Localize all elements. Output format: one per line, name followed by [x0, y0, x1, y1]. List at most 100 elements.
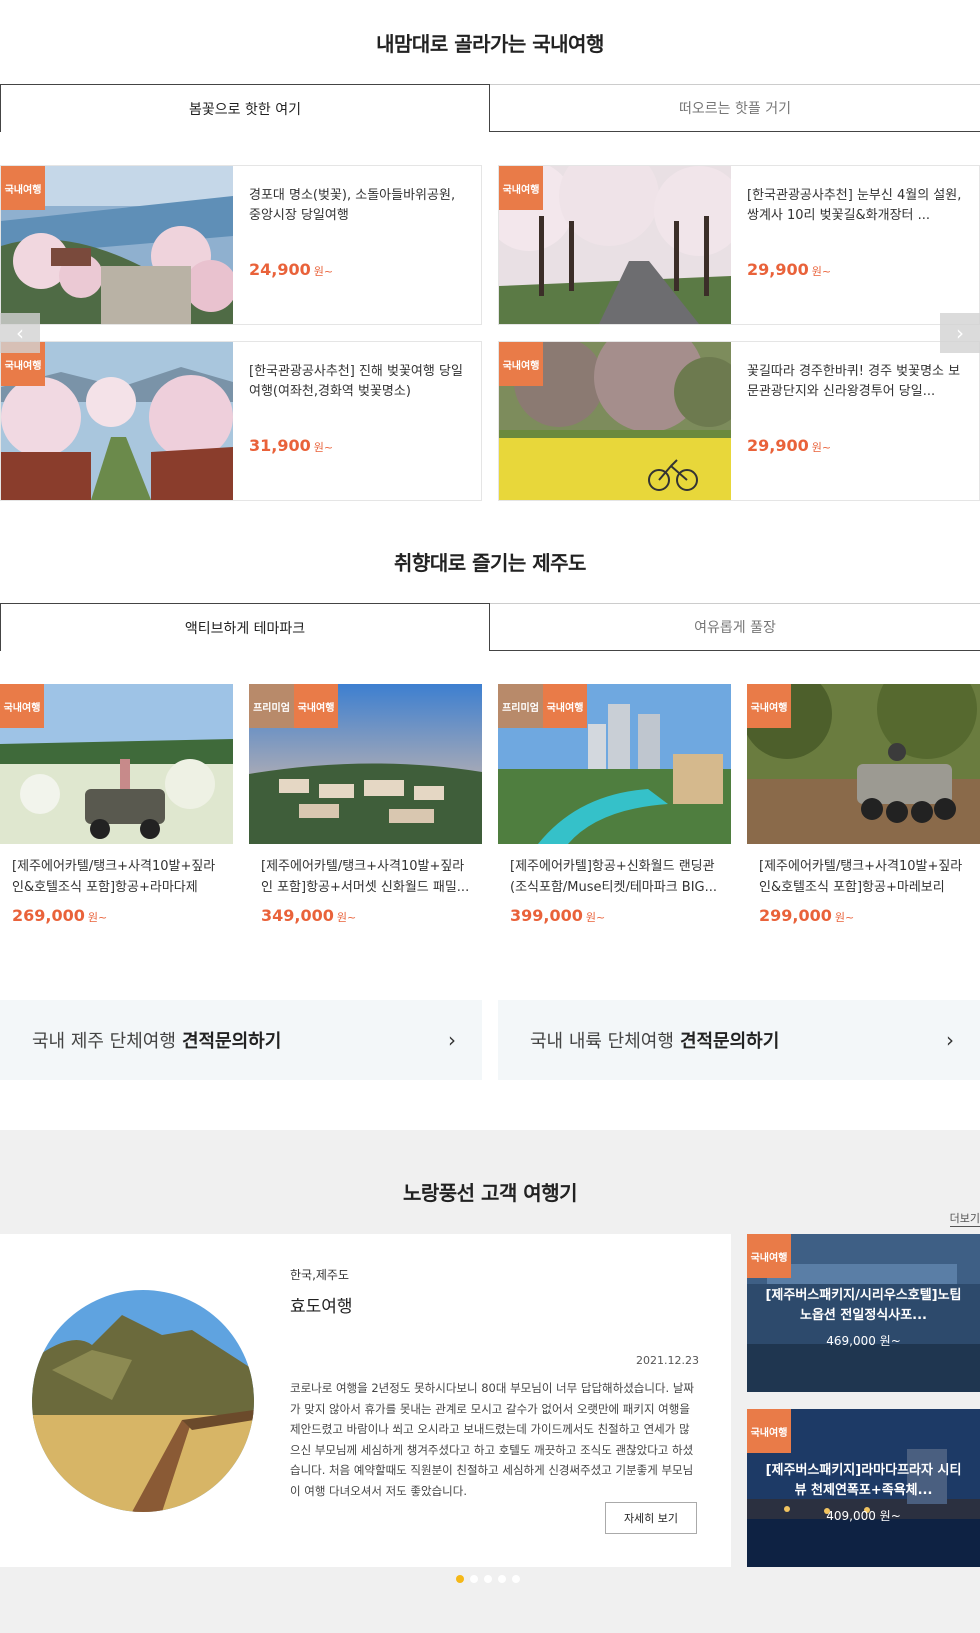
- badge-domestic: 국내여행: [0, 684, 44, 728]
- product-title[interactable]: [제주에어카텔/탱크+사격10발+짚라인&호텔조식 포함]항공+라마다제주...: [0, 856, 233, 898]
- tab-theme-park[interactable]: 액티브하게 테마파크: [0, 603, 490, 651]
- badge-domestic: 국내여행: [747, 1409, 791, 1453]
- product-title[interactable]: [제주에어카텔]항공+신화월드 랜딩관(조식포함/Muse티켓/테마파크 BIG…: [498, 856, 731, 898]
- tabs-domestic: 봄꽃으로 핫한 여기 떠오르는 핫플 거기: [0, 84, 980, 132]
- product-price: 269,000 원~: [0, 906, 233, 925]
- product-card[interactable]: 국내여행 [한국관광공사추천] 진해 벚꽃여행 당일여행(여좌천,경화역 벚꽃명…: [0, 341, 482, 501]
- pagination-dot[interactable]: [456, 1575, 464, 1583]
- review-location: 한국,제주도: [290, 1268, 350, 1282]
- product-title[interactable]: [제주에어카텔/탱크+사격10발+짚라인 포함]항공+서머셋 신화월드 패밀..…: [249, 856, 482, 898]
- review-side-card[interactable]: 국내여행 [제주버스패키지/시리우스호텔]노팁노옵션 전일정식사포... 469…: [747, 1234, 980, 1392]
- review-date: 2021.12.23: [636, 1354, 699, 1367]
- product-price: 29,900 원~: [747, 436, 831, 455]
- side-card-title: [제주버스패키지/시리우스호텔]노팁노옵션 전일정식사포...: [765, 1288, 962, 1323]
- badge-premium: 프리미엄: [498, 684, 543, 728]
- price-value: 24,900: [249, 260, 311, 279]
- price-unit: 원~: [336, 911, 357, 924]
- tabs-jeju: 액티브하게 테마파크 여유롭게 풀장: [0, 603, 980, 651]
- review-card: 한국,제주도 효도여행 2021.12.23 코로나로 여행을 2년정도 못하시…: [0, 1234, 731, 1567]
- price-value: 29,900: [747, 260, 809, 279]
- badge-domestic: 국내여행: [1, 166, 45, 210]
- pagination-dot[interactable]: [484, 1575, 492, 1583]
- product-card[interactable]: 국내여행 경포대 명소(벚꽃), 소돌아들바위공원, 중앙시장 당일여행 24,…: [0, 165, 482, 325]
- chevron-right-icon: ›: [956, 321, 964, 345]
- product-image: 국내여행: [499, 342, 731, 500]
- section-title-reviews: 노랑풍선 고객 여행기: [402, 1181, 578, 1205]
- inquiry-label: 국내 내륙 단체여행: [530, 1031, 674, 1052]
- side-card-title: [제주버스패키지]라마다프라자 시티뷰 천제연폭포+족욕체...: [765, 1463, 962, 1498]
- tab-hot-places[interactable]: 떠오르는 핫플 거기: [490, 84, 980, 132]
- review-image: [32, 1290, 254, 1512]
- badge-domestic: 국내여행: [543, 684, 587, 728]
- product-image: 프리미엄 국내여행: [249, 684, 482, 844]
- inquiry-cta: 견적문의하기: [181, 1031, 282, 1052]
- product-title[interactable]: [한국관광공사추천] 눈부신 4월의 설원, 쌍계사 10리 벚꽃길&화개장터 …: [747, 186, 967, 226]
- price-value: 399,000: [510, 906, 583, 925]
- price-unit: 원~: [811, 265, 832, 278]
- badge-domestic: 국내여행: [499, 166, 543, 210]
- chevron-right-icon: ›: [448, 1028, 456, 1052]
- product-card[interactable]: 국내여행 [제주에어카텔/탱크+사격10발+짚라인&호텔조식 포함]항공+라마다…: [0, 684, 233, 925]
- product-image: 국내여행: [499, 166, 731, 324]
- product-info: [한국관광공사추천] 진해 벚꽃여행 당일여행(여좌천,경화역 벚꽃명소): [249, 362, 469, 402]
- badge-domestic: 국내여행: [499, 342, 543, 386]
- review-side-card[interactable]: 국내여행 [제주버스패키지]라마다프라자 시티뷰 천제연폭포+족욕체... 40…: [747, 1409, 980, 1567]
- price-unit: 원~: [87, 911, 108, 924]
- product-card[interactable]: 국내여행 [제주에어카텔/탱크+사격10발+짚라인&호텔조식 포함]항공+마레보…: [747, 684, 980, 925]
- carousel-prev-button[interactable]: ‹: [0, 313, 40, 353]
- price-unit: 원~: [313, 441, 334, 454]
- product-card[interactable]: 국내여행 꽃길따라 경주한바퀴! 경주 벚꽃명소 보문관광단지와 신라왕경투어 …: [498, 341, 980, 501]
- price-unit: 원~: [811, 441, 832, 454]
- review-body: 코로나로 여행을 2년정도 못하시다보니 80대 부모님이 너무 답답해하셨습니…: [290, 1381, 694, 1498]
- side-card-price: 469,000 원~: [826, 1334, 901, 1348]
- review-title[interactable]: 효도여행: [290, 1292, 353, 1317]
- product-image: 프리미엄 국내여행: [498, 684, 731, 844]
- inquiry-label: 국내 제주 단체여행: [32, 1031, 176, 1052]
- product-price: 31,900 원~: [249, 436, 333, 455]
- product-image: 국내여행: [1, 342, 233, 500]
- badge-domestic: 국내여행: [747, 684, 791, 728]
- badge-domestic: 국내여행: [294, 684, 338, 728]
- product-title[interactable]: 경포대 명소(벚꽃), 소돌아들바위공원, 중앙시장 당일여행: [249, 186, 469, 226]
- pagination-dot[interactable]: [512, 1575, 520, 1583]
- price-unit: 원~: [585, 911, 606, 924]
- carousel-next-button[interactable]: ›: [940, 313, 980, 353]
- product-title[interactable]: [제주에어카텔/탱크+사격10발+짚라인&호텔조식 포함]항공+마레보리조...: [747, 856, 980, 898]
- product-info: 경포대 명소(벚꽃), 소돌아들바위공원, 중앙시장 당일여행: [249, 186, 469, 226]
- inland-group-inquiry-button[interactable]: 국내 내륙 단체여행 견적문의하기 ›: [498, 1000, 980, 1080]
- product-image: 국내여행: [747, 684, 980, 844]
- product-image: 국내여행: [0, 684, 233, 844]
- chevron-right-icon: ›: [946, 1028, 954, 1052]
- carousel-pagination: [456, 1575, 520, 1583]
- product-price: 29,900 원~: [747, 260, 831, 279]
- chevron-left-icon: ‹: [16, 321, 24, 345]
- product-title[interactable]: [한국관광공사추천] 진해 벚꽃여행 당일여행(여좌천,경화역 벚꽃명소): [249, 362, 469, 402]
- badge-domestic: 국내여행: [747, 1234, 791, 1278]
- tab-pool[interactable]: 여유롭게 풀장: [490, 603, 980, 651]
- price-value: 269,000: [12, 906, 85, 925]
- product-price: 349,000 원~: [249, 906, 482, 925]
- inquiry-cta: 견적문의하기: [679, 1031, 780, 1052]
- price-value: 299,000: [759, 906, 832, 925]
- product-card[interactable]: 국내여행 [한국관광공사추천] 눈부신 4월의 설원, 쌍계사 10리 벚꽃길&…: [498, 165, 980, 325]
- price-value: 29,900: [747, 436, 809, 455]
- product-image: 국내여행: [1, 166, 233, 324]
- pagination-dot[interactable]: [498, 1575, 506, 1583]
- price-value: 349,000: [261, 906, 334, 925]
- product-price: 399,000 원~: [498, 906, 731, 925]
- product-price: 299,000 원~: [747, 906, 980, 925]
- price-unit: 원~: [313, 265, 334, 278]
- product-title[interactable]: 꽃길따라 경주한바퀴! 경주 벚꽃명소 보문관광단지와 신라왕경투어 당일...: [747, 362, 967, 402]
- more-reviews-link[interactable]: 더보기: [949, 1210, 980, 1227]
- product-card[interactable]: 프리미엄 국내여행 [제주에어카텔]항공+신화월드 랜딩관(조식포함/Muse티…: [498, 684, 731, 925]
- price-value: 31,900: [249, 436, 311, 455]
- badge-premium: 프리미엄: [249, 684, 294, 728]
- product-card[interactable]: 프리미엄 국내여행 [제주에어카텔/탱크+사격10발+짚라인 포함]항공+서머셋…: [249, 684, 482, 925]
- tab-spring-flowers[interactable]: 봄꽃으로 핫한 여기: [0, 84, 490, 132]
- jeju-group-inquiry-button[interactable]: 국내 제주 단체여행 견적문의하기 ›: [0, 1000, 482, 1080]
- view-detail-button[interactable]: 자세히 보기: [605, 1502, 697, 1534]
- product-info: 꽃길따라 경주한바퀴! 경주 벚꽃명소 보문관광단지와 신라왕경투어 당일...: [747, 362, 967, 402]
- product-price: 24,900 원~: [249, 260, 333, 279]
- price-unit: 원~: [834, 911, 855, 924]
- pagination-dot[interactable]: [470, 1575, 478, 1583]
